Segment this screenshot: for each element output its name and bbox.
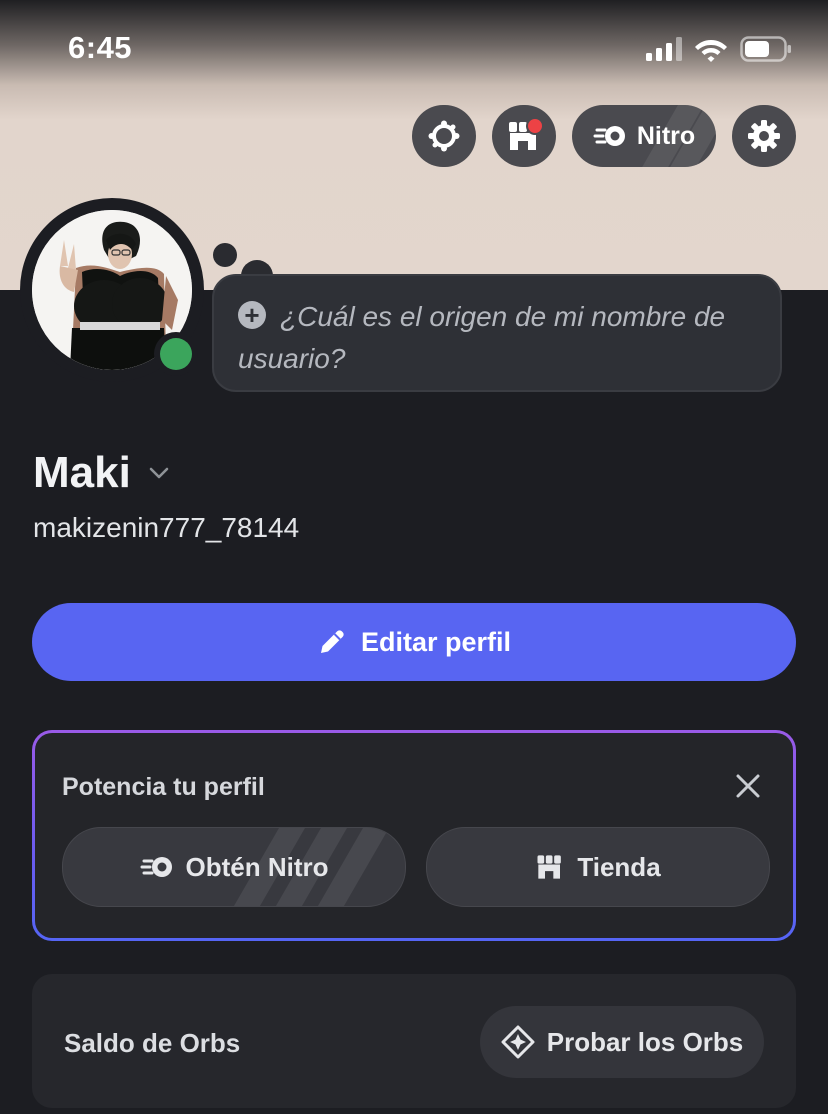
plus-circle-icon: +: [238, 301, 266, 329]
shop-icon: [537, 855, 562, 879]
username: makizenin777_78144: [33, 512, 300, 543]
edit-profile-label: Editar perfil: [360, 626, 512, 657]
online-status-indicator: [160, 338, 192, 370]
try-orbs-label: Probar los Orbs: [546, 1026, 744, 1057]
nitro-icon: [140, 857, 172, 877]
orb-icon: [501, 1025, 535, 1059]
chevron-down-icon: [149, 467, 169, 479]
status-icons: [646, 36, 792, 62]
custom-status-text: + ¿Cuál es el origen de mi nombre de usua…: [238, 296, 756, 380]
pencil-icon: [320, 630, 344, 653]
orbs-balance-title: Saldo de Orbs: [64, 1028, 241, 1058]
edit-profile-button[interactable]: Editar perfil: [32, 603, 796, 681]
shop-label: Tienda: [577, 851, 661, 882]
display-name-row[interactable]: Maki: [33, 448, 171, 498]
boost-card-title: Potencia tu perfil: [62, 773, 265, 801]
gear-icon: [748, 120, 780, 152]
orbs-balance-card: Saldo de Orbs Probar los Orbs: [32, 974, 796, 1108]
nitro-icon: [593, 126, 625, 146]
status-time: 6:45: [68, 30, 133, 65]
thought-bubble-dot: [213, 243, 237, 267]
orbs-quest-button[interactable]: [412, 105, 476, 167]
settings-button[interactable]: [732, 105, 796, 167]
custom-status-placeholder: ¿Cuál es el origen de mi nombre de usuar…: [238, 301, 726, 374]
boost-profile-card: Potencia tu perfil Obtén Nitro Tienda: [32, 730, 796, 941]
get-nitro-button[interactable]: Obtén Nitro: [62, 827, 406, 907]
orb-badge-icon: [428, 120, 460, 152]
custom-status-bubble[interactable]: + ¿Cuál es el origen de mi nombre de usua…: [212, 274, 782, 392]
nitro-label: Nitro: [636, 121, 696, 150]
shop-pill-button[interactable]: Tienda: [426, 827, 770, 907]
shop-button[interactable]: [492, 105, 556, 167]
try-orbs-button[interactable]: Probar los Orbs: [480, 1006, 764, 1078]
display-name: Maki: [33, 448, 131, 497]
nitro-button[interactable]: Nitro: [572, 105, 716, 167]
wifi-icon: [695, 40, 727, 62]
battery-icon: [740, 36, 791, 62]
get-nitro-label: Obtén Nitro: [185, 851, 329, 882]
signal-icon: [646, 37, 682, 61]
notification-dot: [526, 117, 544, 135]
close-icon[interactable]: [733, 771, 763, 801]
